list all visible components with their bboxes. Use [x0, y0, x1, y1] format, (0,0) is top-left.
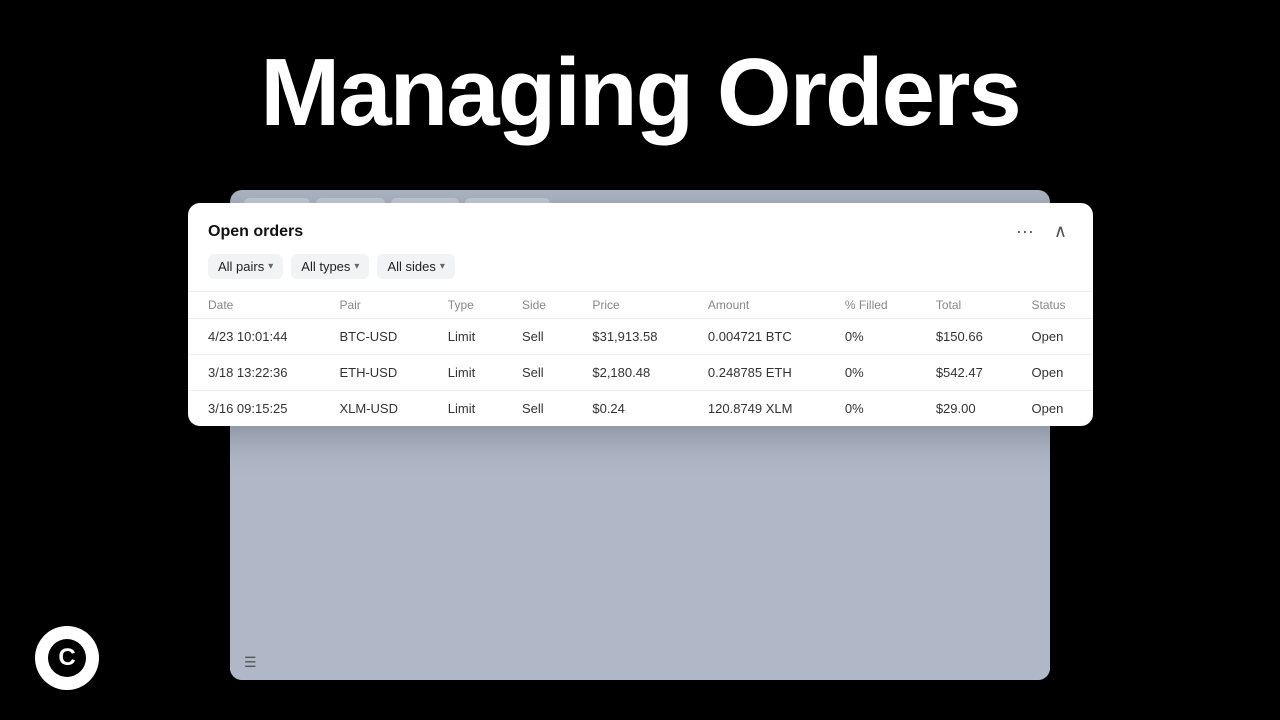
- cell-date: 3/18 13:22:36: [188, 355, 319, 391]
- card-actions: ··· ∧: [1010, 219, 1073, 244]
- logo-circle: C: [35, 626, 99, 690]
- cell-status: Open: [1012, 355, 1094, 391]
- cell-amount: 120.8749 XLM: [688, 391, 825, 427]
- col-status: Status: [1012, 292, 1094, 319]
- col-total: Total: [916, 292, 1012, 319]
- cell-price: $31,913.58: [572, 319, 688, 355]
- cell-filled: 0%: [825, 319, 916, 355]
- more-options-button[interactable]: ···: [1010, 219, 1040, 244]
- filter-sides[interactable]: All sides ▾: [377, 254, 454, 279]
- col-filled: % Filled: [825, 292, 916, 319]
- cell-date: 3/16 09:15:25: [188, 391, 319, 427]
- col-date: Date: [188, 292, 319, 319]
- open-orders-filters: All pairs ▾ All types ▾ All sides ▾: [188, 254, 1093, 291]
- hamburger-icon: ☰: [244, 654, 257, 671]
- table-row: 3/18 13:22:36 ETH-USD Limit Sell $2,180.…: [188, 355, 1093, 391]
- chevron-icon: ▾: [440, 261, 445, 272]
- cell-type: Limit: [428, 319, 502, 355]
- logo-letter: C: [58, 646, 75, 670]
- collapse-button[interactable]: ∧: [1048, 219, 1073, 244]
- cell-total: $150.66: [916, 319, 1012, 355]
- cell-price: $2,180.48: [572, 355, 688, 391]
- open-orders-table: Date Pair Type Side Price Amount % Fille…: [188, 291, 1093, 426]
- cell-amount: 0.248785 ETH: [688, 355, 825, 391]
- col-side: Side: [502, 292, 572, 319]
- cell-status: Open: [1012, 319, 1094, 355]
- cell-pair: XLM-USD: [319, 391, 427, 427]
- logo-inner: C: [48, 639, 86, 677]
- cell-pair: ETH-USD: [319, 355, 427, 391]
- cell-side: Sell: [502, 391, 572, 427]
- coinbase-logo: C: [35, 626, 99, 690]
- cell-filled: 0%: [825, 391, 916, 427]
- cell-pair: BTC-USD: [319, 319, 427, 355]
- card-title: Open orders: [208, 223, 303, 241]
- cell-side: Sell: [502, 319, 572, 355]
- bottom-bar: ☰: [230, 644, 1050, 680]
- filter-types[interactable]: All types ▾: [291, 254, 369, 279]
- col-amount: Amount: [688, 292, 825, 319]
- col-price: Price: [572, 292, 688, 319]
- cell-status: Open: [1012, 391, 1094, 427]
- hero-title: Managing Orders: [0, 40, 1280, 146]
- card-header: Open orders ··· ∧: [188, 203, 1093, 254]
- cell-price: $0.24: [572, 391, 688, 427]
- cell-filled: 0%: [825, 355, 916, 391]
- open-orders-card: Open orders ··· ∧ All pairs ▾ All types …: [188, 203, 1093, 426]
- chevron-icon: ▾: [354, 261, 359, 272]
- filter-pairs[interactable]: All pairs ▾: [208, 254, 283, 279]
- cell-type: Limit: [428, 355, 502, 391]
- table-row: 3/16 09:15:25 XLM-USD Limit Sell $0.24 1…: [188, 391, 1093, 427]
- table-row: 4/23 10:01:44 BTC-USD Limit Sell $31,913…: [188, 319, 1093, 355]
- cell-type: Limit: [428, 391, 502, 427]
- chevron-icon: ▾: [268, 261, 273, 272]
- cell-side: Sell: [502, 355, 572, 391]
- cell-amount: 0.004721 BTC: [688, 319, 825, 355]
- cell-date: 4/23 10:01:44: [188, 319, 319, 355]
- col-type: Type: [428, 292, 502, 319]
- cell-total: $542.47: [916, 355, 1012, 391]
- cell-total: $29.00: [916, 391, 1012, 427]
- col-pair: Pair: [319, 292, 427, 319]
